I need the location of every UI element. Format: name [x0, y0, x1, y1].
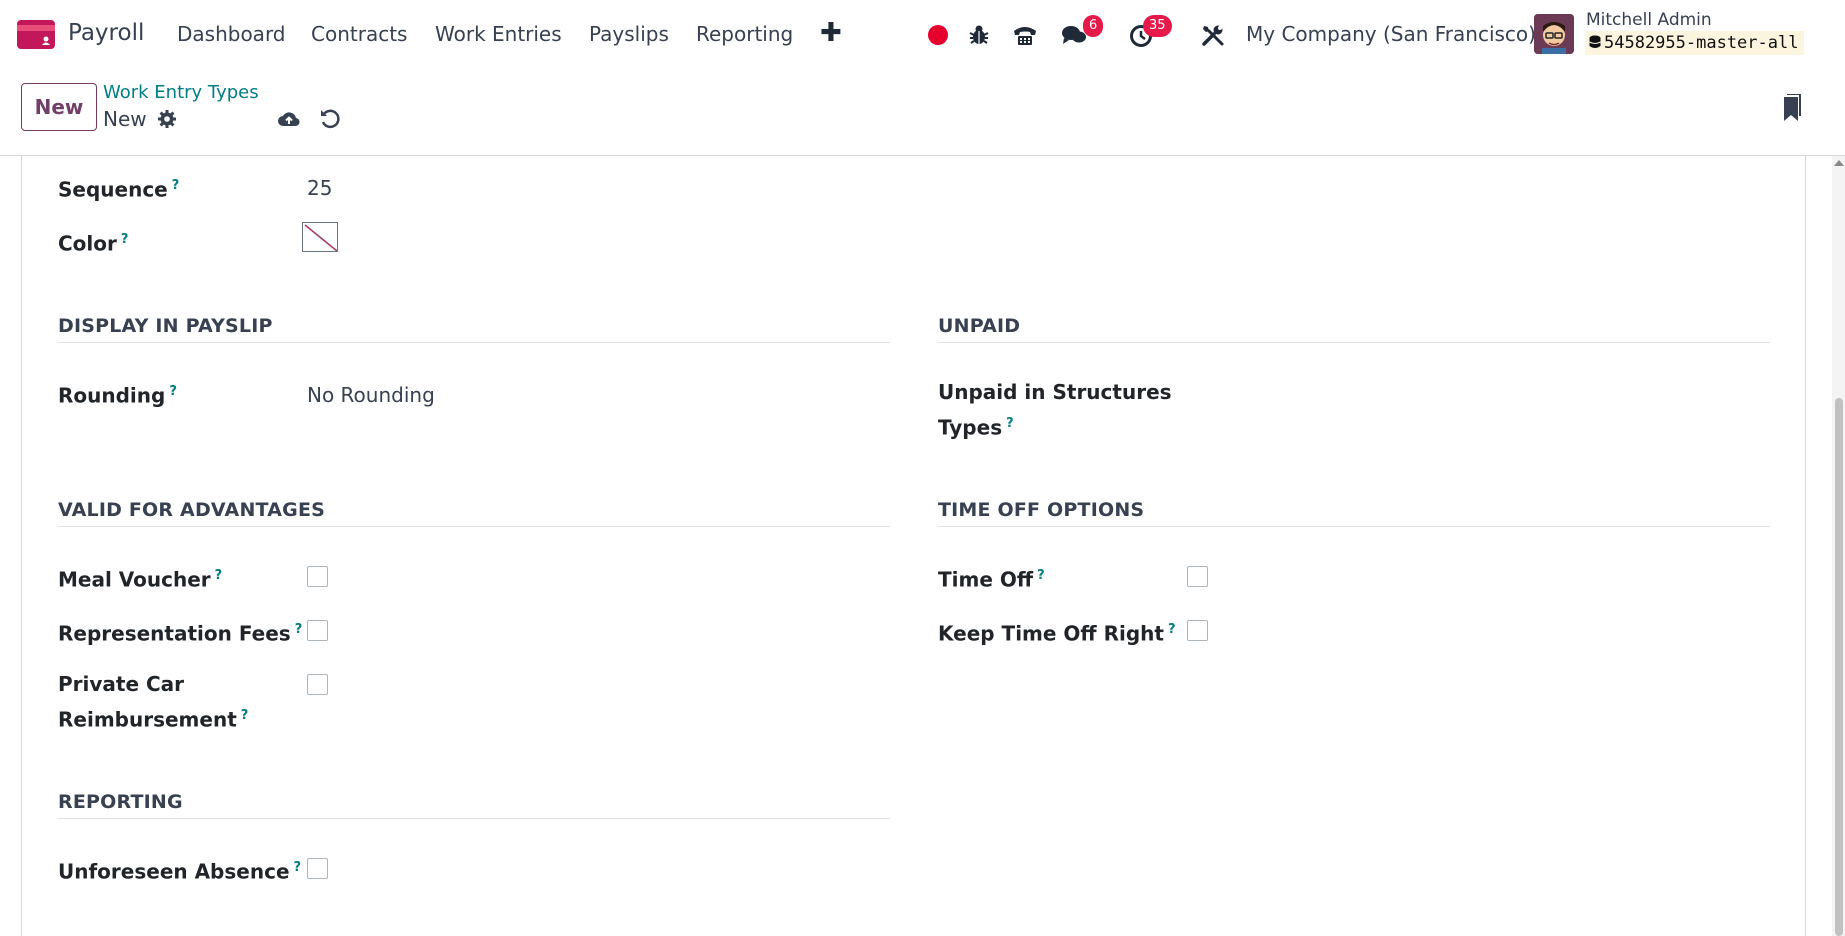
rounding-label: Rounding?	[58, 376, 177, 412]
private-car-help-tooltip[interactable]: ?	[241, 708, 249, 723]
color-picker[interactable]	[302, 222, 338, 252]
database-icon	[1589, 35, 1601, 48]
time-off-label-text: Time Off	[938, 567, 1034, 592]
activities-count-badge: 35	[1143, 15, 1172, 37]
unforeseen-absence-help-tooltip[interactable]: ?	[294, 860, 302, 875]
unpaid-structures-label-line2: Types	[938, 415, 1003, 440]
unforeseen-absence-label-text: Unforeseen Absence	[58, 859, 290, 884]
user-avatar[interactable]	[1534, 14, 1574, 54]
database-name: 54582955-master-all	[1604, 33, 1799, 53]
keep-time-off-right-help-tooltip[interactable]: ?	[1168, 622, 1176, 637]
meal-voucher-checkbox[interactable]	[307, 566, 328, 587]
menu-contracts[interactable]: Contracts	[311, 22, 407, 46]
menu-reporting[interactable]: Reporting	[696, 22, 793, 46]
database-badge: 54582955-master-all	[1585, 31, 1805, 55]
section-divider	[938, 342, 1770, 343]
messages-count-badge: 6	[1083, 15, 1104, 37]
breadcrumb-current-record: New	[103, 107, 147, 131]
scroll-up-arrow[interactable]	[1834, 160, 1844, 166]
representation-fees-label: Representation Fees?	[58, 614, 302, 650]
section-unpaid: UNPAID	[938, 315, 1021, 337]
company-switcher[interactable]: My Company (San Francisco)	[1246, 22, 1536, 46]
private-car-label-line1: Private Car	[58, 672, 185, 696]
keep-time-off-right-label: Keep Time Off Right?	[938, 614, 1176, 650]
time-off-label: Time Off?	[938, 560, 1045, 596]
new-button[interactable]: New	[21, 83, 97, 131]
time-off-help-tooltip[interactable]: ?	[1037, 568, 1045, 583]
breadcrumb-work-entry-types[interactable]: Work Entry Types	[103, 82, 259, 103]
bug-icon[interactable]	[966, 22, 992, 48]
bookmark-icon[interactable]	[1780, 94, 1802, 122]
representation-fees-label-text: Representation Fees	[58, 621, 291, 646]
private-car-reimbursement-label: Private Car Reimbursement?	[58, 668, 248, 736]
time-off-checkbox[interactable]	[1187, 566, 1208, 587]
unpaid-structures-label: Unpaid in Structures Types?	[938, 376, 1172, 444]
section-reporting: REPORTING	[58, 791, 183, 813]
representation-fees-help-tooltip[interactable]: ?	[295, 622, 303, 637]
phone-icon[interactable]	[1012, 22, 1038, 48]
section-divider	[938, 526, 1770, 527]
sequence-label: Sequence?	[58, 170, 179, 206]
menu-work-entries[interactable]: Work Entries	[435, 22, 562, 46]
top-navbar: Payroll Dashboard Contracts Work Entries…	[0, 0, 1845, 70]
color-label-text: Color	[58, 231, 117, 256]
discard-undo-icon[interactable]	[319, 107, 341, 129]
color-label: Color?	[58, 224, 128, 260]
form-sheet	[21, 156, 1806, 936]
rounding-select[interactable]: No Rounding	[307, 383, 435, 407]
payroll-app-icon[interactable]	[17, 20, 55, 49]
private-car-reimbursement-checkbox[interactable]	[307, 674, 328, 695]
menu-payslips[interactable]: Payslips	[589, 22, 669, 46]
representation-fees-checkbox[interactable]	[307, 620, 328, 641]
keep-time-off-right-label-text: Keep Time Off Right	[938, 621, 1164, 646]
section-time-off-options: TIME OFF OPTIONS	[938, 499, 1145, 521]
section-divider	[58, 526, 890, 527]
private-car-label-line2: Reimbursement	[58, 707, 237, 732]
tools-icon[interactable]	[1200, 22, 1226, 48]
save-cloud-icon[interactable]	[277, 107, 301, 129]
unpaid-structures-help-tooltip[interactable]: ?	[1006, 416, 1014, 431]
unpaid-structures-label-line1: Unpaid in Structures	[938, 380, 1172, 404]
gear-icon[interactable]	[157, 109, 177, 129]
no-color-slash-icon	[304, 224, 337, 251]
rounding-help-tooltip[interactable]: ?	[169, 384, 177, 399]
section-display-in-payslip: DISPLAY IN PAYSLIP	[58, 315, 273, 337]
plus-icon[interactable]: ✚	[820, 18, 842, 48]
user-name[interactable]: Mitchell Admin	[1586, 10, 1712, 30]
sequence-label-text: Sequence	[58, 177, 168, 202]
sequence-help-tooltip[interactable]: ?	[172, 178, 180, 193]
keep-time-off-right-checkbox[interactable]	[1187, 620, 1208, 641]
meal-voucher-help-tooltip[interactable]: ?	[215, 568, 223, 583]
sequence-field[interactable]: 25	[307, 176, 332, 200]
rounding-label-text: Rounding	[58, 383, 166, 408]
section-divider	[58, 818, 890, 819]
section-valid-for-advantages: VALID FOR ADVANTAGES	[58, 499, 326, 521]
unforeseen-absence-label: Unforeseen Absence?	[58, 852, 301, 888]
meal-voucher-label: Meal Voucher?	[58, 560, 222, 596]
section-divider	[58, 342, 890, 343]
app-name[interactable]: Payroll	[68, 20, 144, 46]
color-help-tooltip[interactable]: ?	[121, 232, 129, 247]
unforeseen-absence-checkbox[interactable]	[307, 858, 328, 879]
record-icon[interactable]	[928, 25, 948, 45]
scrollbar-thumb[interactable]	[1835, 398, 1843, 936]
meal-voucher-label-text: Meal Voucher	[58, 567, 211, 592]
menu-dashboard[interactable]: Dashboard	[177, 22, 286, 46]
